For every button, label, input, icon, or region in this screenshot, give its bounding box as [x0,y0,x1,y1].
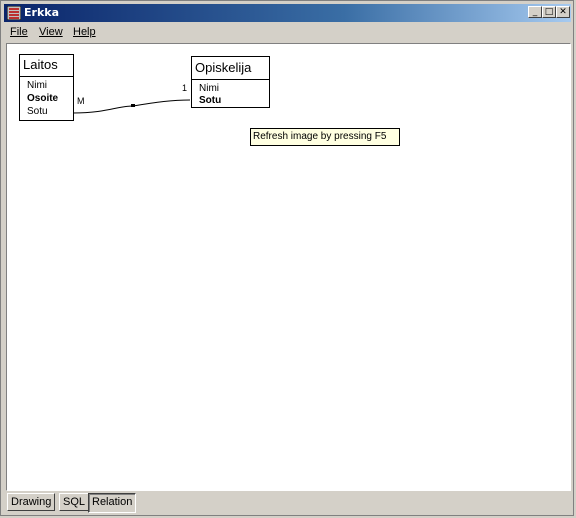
cardinality-label: 1 [182,83,188,93]
window-title: Erkka [24,6,59,19]
entity-name: Opiskelija [192,57,269,80]
menu-view[interactable]: View [39,26,63,38]
maximize-button[interactable]: □ [542,6,556,18]
menu-file[interactable]: File [10,26,28,38]
cardinality-label: M [77,96,85,106]
tab-sql[interactable]: SQL [59,493,90,511]
title-bar[interactable]: Erkka _ □ ✕ [4,4,571,22]
close-button[interactable]: ✕ [556,6,570,18]
menu-bar: File View Help [4,23,571,42]
entity-name: Laitos [20,55,73,77]
attribute-key: Osoite [27,93,59,104]
tab-bar: Drawing SQL Relation [6,492,571,514]
attribute: Nimi [199,83,219,94]
attribute: Nimi [27,80,47,91]
tooltip: Refresh image by pressing F5 [250,128,400,146]
attribute: Sotu [27,106,48,117]
tab-drawing[interactable]: Drawing [7,493,56,511]
relation-line[interactable] [7,44,570,490]
app-window: Erkka _ □ ✕ File View Help Laitos Nimi O… [0,0,574,516]
entity-laitos[interactable]: Laitos Nimi Osoite Sotu [19,54,74,121]
attribute-key: Sotu [199,95,222,106]
tab-relation[interactable]: Relation [88,493,137,513]
menu-help[interactable]: Help [73,26,96,38]
diagram-canvas[interactable]: Laitos Nimi Osoite Sotu M 1 Opiskelija N… [6,43,571,491]
app-icon [7,6,21,20]
minimize-button[interactable]: _ [528,6,542,18]
entity-opiskelija[interactable]: Opiskelija Nimi Sotu [191,56,270,108]
